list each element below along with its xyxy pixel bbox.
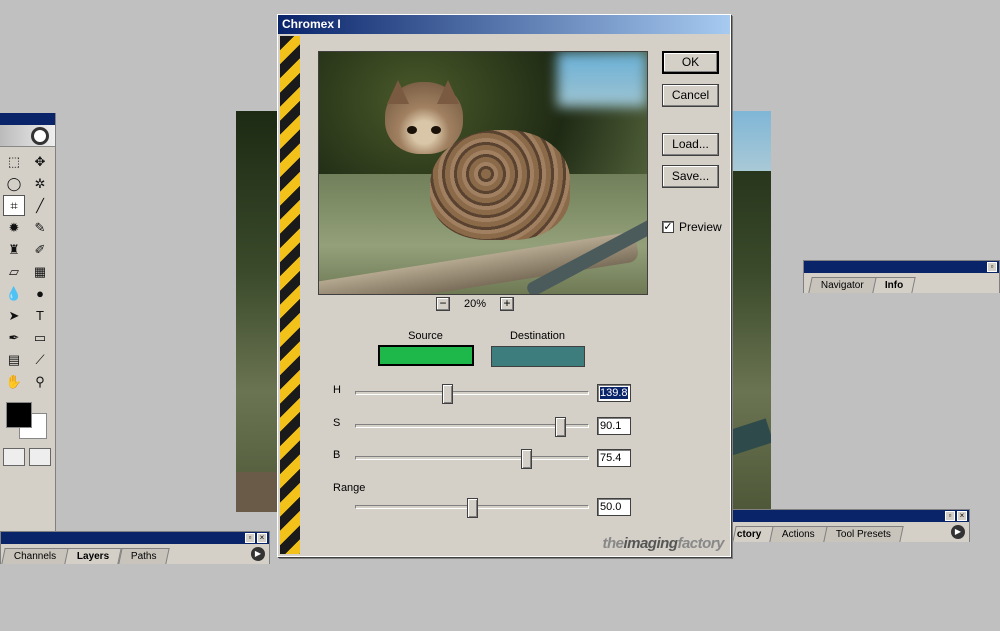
palette-menu-icon[interactable]: ▶ [251, 547, 265, 561]
tab-layers[interactable]: Layers [64, 548, 123, 564]
kitten-eye [431, 126, 441, 134]
s-value-field[interactable]: 90.1 [597, 417, 631, 435]
dialog-title: Chromex I [278, 15, 730, 34]
b-label: B [333, 449, 341, 461]
kitten-ear [387, 80, 409, 104]
hazard-stripe [280, 36, 300, 554]
destination-color-swatch[interactable] [491, 346, 585, 367]
tab-actions[interactable]: Actions [769, 526, 828, 542]
s-slider-thumb[interactable] [555, 417, 566, 437]
palette-titlebar: ▫ × [732, 510, 969, 522]
eyedropper-tool-icon[interactable]: ⟋ [29, 349, 51, 370]
type-tool-icon[interactable]: T [29, 305, 51, 326]
brush-tool-icon[interactable]: ✎ [29, 217, 51, 238]
load-button[interactable]: Load... [662, 133, 719, 156]
b-value-field[interactable]: 75.4 [597, 449, 631, 467]
tab-tool-presets[interactable]: Tool Presets [823, 526, 904, 542]
path-select-icon[interactable]: ➤ [3, 305, 25, 326]
minimize-icon[interactable]: ▫ [987, 262, 997, 272]
source-label: Source [408, 330, 443, 342]
kitten-ear [437, 80, 459, 104]
ok-button[interactable]: OK [662, 51, 719, 74]
kitten-head [385, 80, 463, 154]
minimize-icon[interactable]: ▫ [945, 511, 955, 521]
range-value-field[interactable]: 50.0 [597, 498, 631, 516]
actions-palette: ▫ × ctory Actions Tool Presets ▶ [731, 509, 970, 542]
eye-icon [31, 127, 49, 145]
h-slider-thumb[interactable] [442, 384, 453, 404]
palette-menu-icon[interactable]: ▶ [951, 525, 965, 539]
crop-tool-icon[interactable]: ⌗ [3, 195, 25, 216]
marquee-tool-icon[interactable]: ⬚ [3, 151, 25, 172]
color-swatches[interactable] [3, 400, 52, 440]
eraser-tool-icon[interactable]: ▱ [3, 261, 25, 282]
gradient-tool-icon[interactable]: ▦ [29, 261, 51, 282]
zoom-in-button[interactable]: + [500, 297, 515, 311]
healing-brush-icon[interactable]: ✹ [3, 217, 25, 238]
source-color-swatch[interactable] [378, 345, 474, 366]
tab-history[interactable]: ctory [732, 526, 775, 542]
standard-mode-icon[interactable] [3, 448, 25, 466]
slice-tool-icon[interactable]: ╱ [29, 195, 51, 216]
s-label: S [333, 417, 341, 429]
h-value-field[interactable]: 139.8 [597, 384, 631, 402]
tab-info[interactable]: Info [872, 277, 916, 293]
photo-sky [731, 111, 771, 171]
minimize-icon[interactable]: ▫ [245, 533, 255, 543]
brand-logo: theimagingfactory [602, 535, 724, 552]
cancel-button[interactable]: Cancel [662, 84, 719, 107]
toolbox-logo[interactable] [0, 125, 55, 147]
palette-titlebar: ▫ [804, 261, 999, 273]
preview-image[interactable] [318, 51, 648, 295]
dodge-tool-icon[interactable]: ● [29, 283, 51, 304]
tab-channels[interactable]: Channels [1, 548, 69, 564]
zoom-tool-icon[interactable]: ⚲ [29, 371, 51, 392]
destination-label: Destination [509, 330, 566, 342]
toolbox: ⬚ ✥ ◯ ✲ ⌗ ╱ ✹ ✎ ♜ ✐ ▱ ▦ 💧 ● ➤ T ✒ ▭ ▤ ⟋ … [0, 113, 56, 531]
layers-palette: ▫ × Channels Layers Paths ▶ [0, 531, 270, 564]
magic-wand-tool-icon[interactable]: ✲ [29, 173, 51, 194]
preview-label: Preview [679, 220, 722, 234]
b-slider[interactable] [355, 449, 589, 469]
notes-tool-icon[interactable]: ▤ [3, 349, 25, 370]
pen-tool-icon[interactable]: ✒ [3, 327, 25, 348]
history-brush-icon[interactable]: ✐ [29, 239, 51, 260]
palette-titlebar: ▫ × [1, 532, 269, 544]
s-slider[interactable] [355, 417, 589, 437]
bobcat-kitten [375, 72, 570, 262]
chromex-dialog: Chromex I − 20% + OK Cancel Load... Save… [277, 14, 731, 557]
range-label: Range [333, 482, 366, 494]
toolbox-titlebar [0, 113, 55, 125]
zoom-level: 20% [464, 298, 487, 310]
foreground-color[interactable] [6, 402, 32, 428]
zoom-out-button[interactable]: − [436, 297, 450, 311]
tab-paths[interactable]: Paths [117, 548, 169, 564]
move-tool-icon[interactable]: ✥ [29, 151, 51, 172]
kitten-eye [407, 126, 417, 134]
h-label: H [333, 384, 341, 396]
preview-sky [557, 52, 647, 107]
close-icon[interactable]: × [957, 511, 967, 521]
stamp-tool-icon[interactable]: ♜ [3, 239, 25, 260]
shape-tool-icon[interactable]: ▭ [29, 327, 51, 348]
photo-log [236, 472, 281, 512]
hand-tool-icon[interactable]: ✋ [3, 371, 25, 392]
check-icon[interactable]: ✓ [662, 221, 674, 233]
h-slider[interactable] [355, 384, 589, 404]
tab-navigator[interactable]: Navigator [808, 277, 877, 293]
range-slider-thumb[interactable] [467, 498, 478, 518]
b-slider-thumb[interactable] [521, 449, 532, 469]
preview-checkbox[interactable]: ✓ Preview [662, 220, 722, 234]
kitten-body [430, 130, 570, 240]
save-button[interactable]: Save... [662, 165, 719, 188]
close-icon[interactable]: × [257, 533, 267, 543]
navigator-palette: ▫ Navigator Info [803, 260, 1000, 293]
zoom-controls: − 20% + [436, 297, 515, 311]
blur-tool-icon[interactable]: 💧 [3, 283, 25, 304]
quickmask-mode-icon[interactable] [29, 448, 51, 466]
range-slider[interactable] [355, 498, 589, 518]
lasso-tool-icon[interactable]: ◯ [3, 173, 25, 194]
